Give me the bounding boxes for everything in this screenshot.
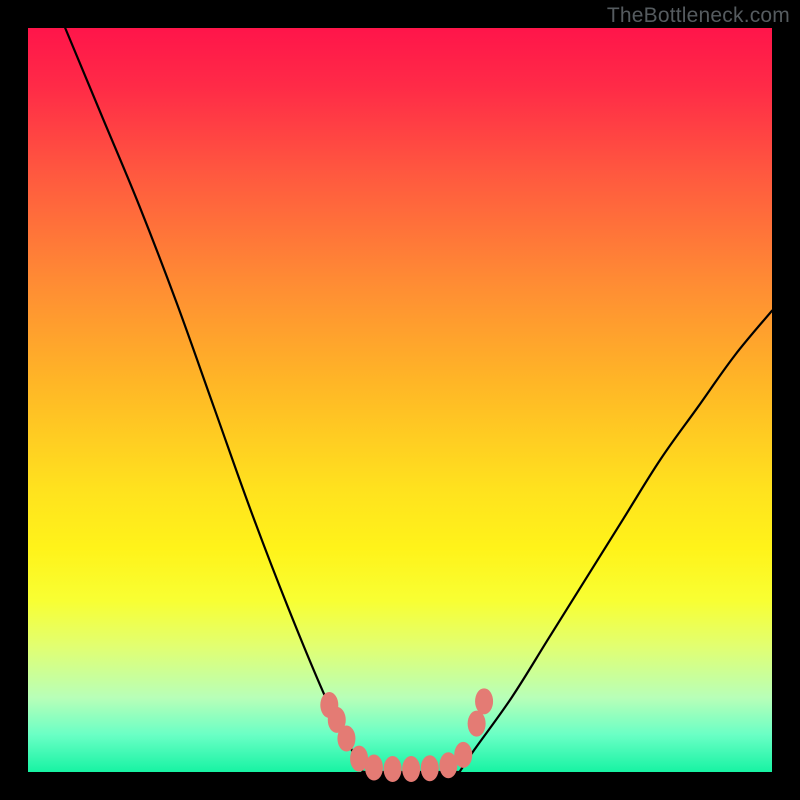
plot-area [28,28,772,772]
data-marker [421,755,439,781]
data-marker [454,742,472,768]
curve-left [65,28,363,772]
curve-right [460,311,772,772]
markers-group [320,688,493,782]
data-marker [384,756,402,782]
data-marker [468,711,486,737]
attribution-label: TheBottleneck.com [607,4,790,28]
data-marker [365,755,383,781]
data-marker [402,756,420,782]
data-marker [337,726,355,752]
chart-svg [28,28,772,772]
chart-frame: TheBottleneck.com [0,0,800,800]
data-marker [475,688,493,714]
